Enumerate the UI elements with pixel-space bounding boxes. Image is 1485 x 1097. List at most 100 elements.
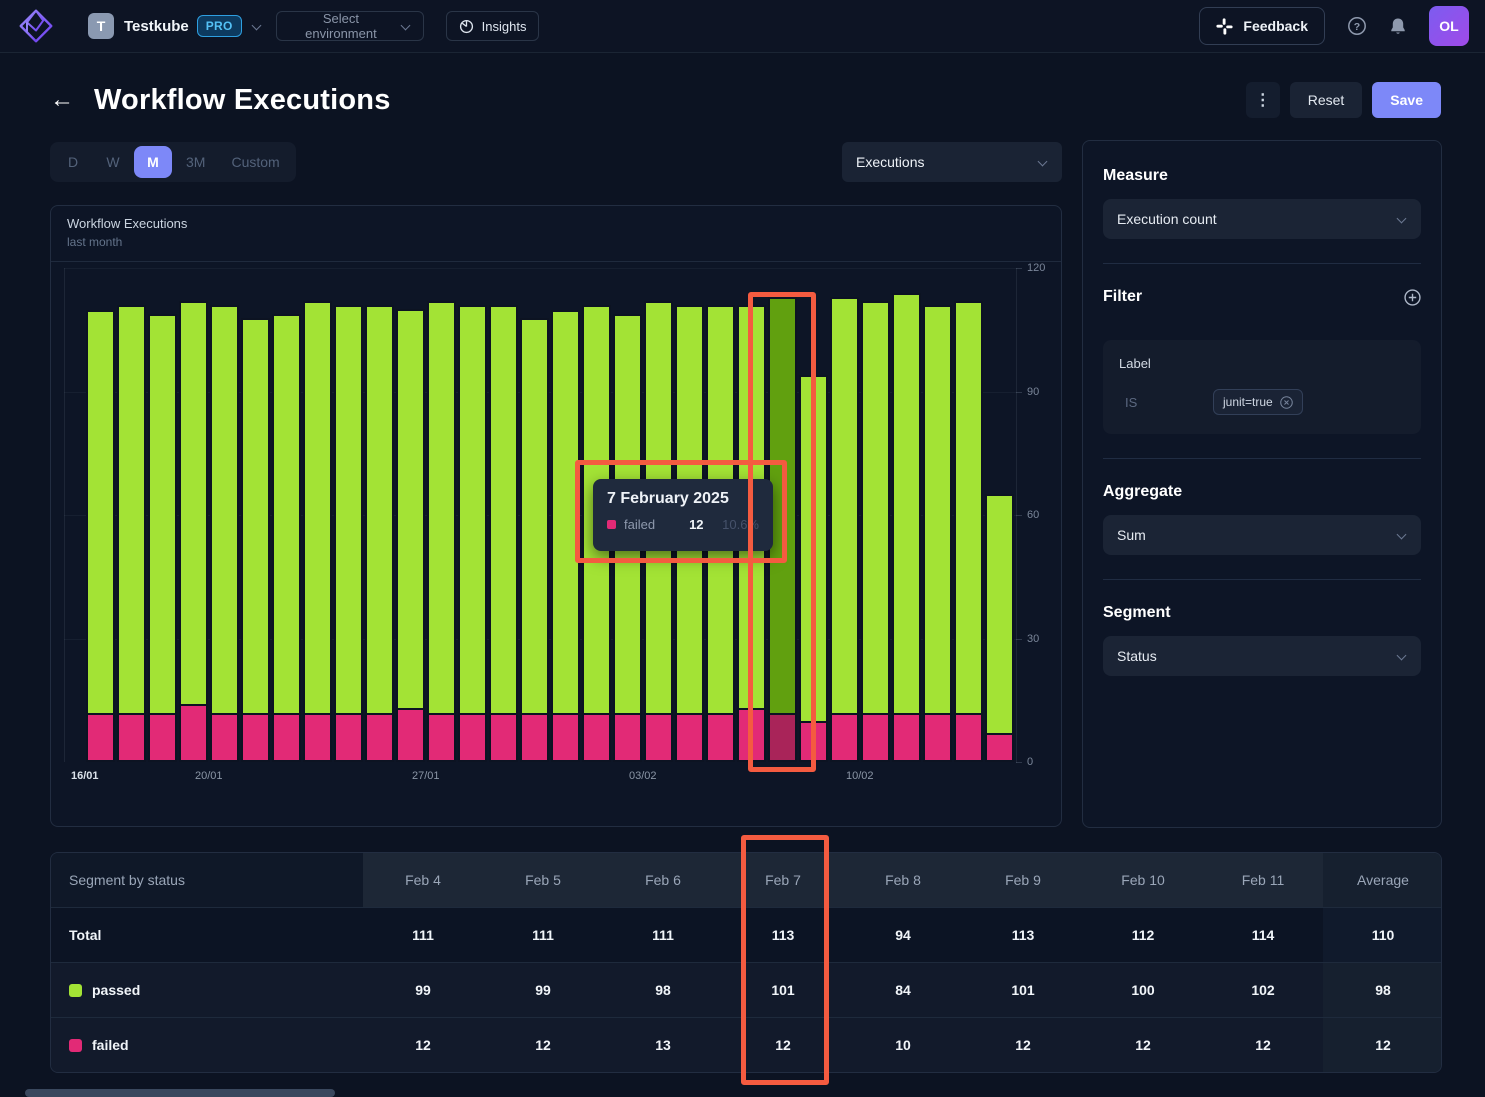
passed-segment xyxy=(241,318,270,713)
environment-select-label: Select environment xyxy=(289,11,394,41)
chart-bar-27-01[interactable] xyxy=(427,301,456,762)
chart-bar-29-01[interactable] xyxy=(489,305,518,762)
insights-label: Insights xyxy=(482,19,527,34)
help-button[interactable]: ? xyxy=(1347,16,1367,36)
failed-segment xyxy=(210,713,239,762)
filter-tag[interactable]: junit=true xyxy=(1213,389,1303,415)
chart-bar-25-01[interactable] xyxy=(365,305,394,762)
add-filter-button[interactable] xyxy=(1404,289,1421,306)
range-tab-w[interactable]: W xyxy=(94,146,132,178)
close-circle-icon xyxy=(1280,396,1293,409)
insights-button[interactable]: Insights xyxy=(446,11,540,41)
table-cell: 112 xyxy=(1083,907,1203,962)
table-header-feb-4: Feb 4 xyxy=(363,853,483,907)
chevron-down-icon xyxy=(1397,530,1407,540)
table-header-feb-10: Feb 10 xyxy=(1083,853,1203,907)
user-avatar[interactable]: OL xyxy=(1429,6,1469,46)
tooltip-percent: 10.6% xyxy=(722,517,759,532)
remove-tag-button[interactable] xyxy=(1280,396,1293,409)
plus-circle-icon xyxy=(1404,289,1421,306)
top-navbar: T Testkube PRO Select environment Insigh… xyxy=(0,0,1485,53)
failed-segment xyxy=(458,713,487,762)
measure-select[interactable]: Execution count xyxy=(1103,199,1421,239)
range-tab-3m[interactable]: 3M xyxy=(174,146,217,178)
failed-segment xyxy=(675,713,704,762)
chart-bar-26-01[interactable] xyxy=(396,309,425,762)
passed-segment xyxy=(396,309,425,708)
more-options-button[interactable]: ⋮ xyxy=(1246,82,1280,118)
table-cell: 99 xyxy=(483,962,603,1017)
tooltip-failed-swatch xyxy=(607,520,616,529)
metric-select[interactable]: Executions xyxy=(842,142,1062,182)
aggregate-select[interactable]: Sum xyxy=(1103,515,1421,555)
back-button[interactable]: ← xyxy=(50,88,74,112)
chart-bar-18-01[interactable] xyxy=(148,314,177,762)
range-tab-custom[interactable]: Custom xyxy=(219,146,291,178)
table-header-feb-7: Feb 7 xyxy=(723,853,843,907)
horizontal-scrollbar-thumb[interactable] xyxy=(25,1089,335,1097)
table-cell: 111 xyxy=(483,907,603,962)
axis-line-right xyxy=(1016,268,1017,763)
org-chevron-down-icon[interactable] xyxy=(252,21,262,31)
chart-bar-28-01[interactable] xyxy=(458,305,487,762)
aggregate-heading: Aggregate xyxy=(1103,483,1421,501)
failed-segment xyxy=(365,713,394,762)
environment-select[interactable]: Select environment xyxy=(276,11,424,41)
segment-select[interactable]: Status xyxy=(1103,636,1421,676)
table-cell: 98 xyxy=(1323,962,1442,1017)
y-axis-label: 90 xyxy=(1027,386,1039,398)
reset-button[interactable]: Reset xyxy=(1290,82,1363,118)
chart-bar-22-01[interactable] xyxy=(272,314,301,762)
chart-bar-10-02[interactable] xyxy=(861,301,890,762)
testkube-logo-icon[interactable] xyxy=(16,6,56,46)
bell-icon xyxy=(1389,17,1407,36)
failed-segment xyxy=(954,713,983,762)
range-tab-m[interactable]: M xyxy=(134,146,172,178)
slack-icon xyxy=(1216,18,1233,35)
measure-select-value: Execution count xyxy=(1117,211,1217,227)
chart-bar-13-02[interactable] xyxy=(954,301,983,762)
range-tab-d[interactable]: D xyxy=(54,146,92,178)
save-button[interactable]: Save xyxy=(1372,82,1441,118)
passed-segment xyxy=(86,310,115,713)
chart-bar-20-01[interactable] xyxy=(210,305,239,762)
segment-select-value: Status xyxy=(1117,648,1157,664)
chart-bar-24-01[interactable] xyxy=(334,305,363,762)
failed-segment xyxy=(582,713,611,762)
table-cell: 12 xyxy=(1323,1017,1442,1072)
chart-bar-09-02[interactable] xyxy=(830,297,859,762)
insights-pie-icon xyxy=(459,19,474,34)
chart-bar-12-02[interactable] xyxy=(923,305,952,762)
chart-bar-31-01[interactable] xyxy=(551,310,580,762)
chart-title: Workflow Executions xyxy=(67,216,1045,231)
chart-bar-08-02[interactable] xyxy=(799,375,828,762)
feedback-button[interactable]: Feedback xyxy=(1199,7,1325,45)
table-cell: 98 xyxy=(603,962,723,1017)
table-cell: 113 xyxy=(963,907,1083,962)
chart-bar-19-01[interactable] xyxy=(179,301,208,762)
chart-bar-17-01[interactable] xyxy=(117,305,146,762)
filter-field-label: Label xyxy=(1119,356,1405,371)
gridline xyxy=(64,268,1016,269)
x-axis-label: 27/01 xyxy=(412,770,440,782)
notifications-button[interactable] xyxy=(1389,17,1407,36)
chart-bar-14-02[interactable] xyxy=(985,494,1014,762)
org-avatar[interactable]: T xyxy=(88,13,114,39)
chart-bar-23-01[interactable] xyxy=(303,301,332,762)
table-row-total: Total11111111111394113112114110 xyxy=(51,907,1441,962)
chart-bar-11-02[interactable] xyxy=(892,293,921,762)
table-cell: 12 xyxy=(363,1017,483,1072)
failed-segment xyxy=(241,713,270,762)
chevron-down-icon xyxy=(1397,651,1407,661)
table-cell: 101 xyxy=(963,962,1083,1017)
tooltip-value: 12 xyxy=(689,517,703,532)
row-label: failed xyxy=(92,1037,129,1053)
page-title: Workflow Executions xyxy=(94,84,391,117)
passed-segment xyxy=(520,318,549,713)
passed-segment xyxy=(427,301,456,713)
chart-bar-30-01[interactable] xyxy=(520,318,549,762)
row-label: passed xyxy=(92,982,140,998)
chart-bar-21-01[interactable] xyxy=(241,318,270,762)
passed-segment xyxy=(334,305,363,713)
chart-bar-16-01[interactable] xyxy=(86,310,115,762)
